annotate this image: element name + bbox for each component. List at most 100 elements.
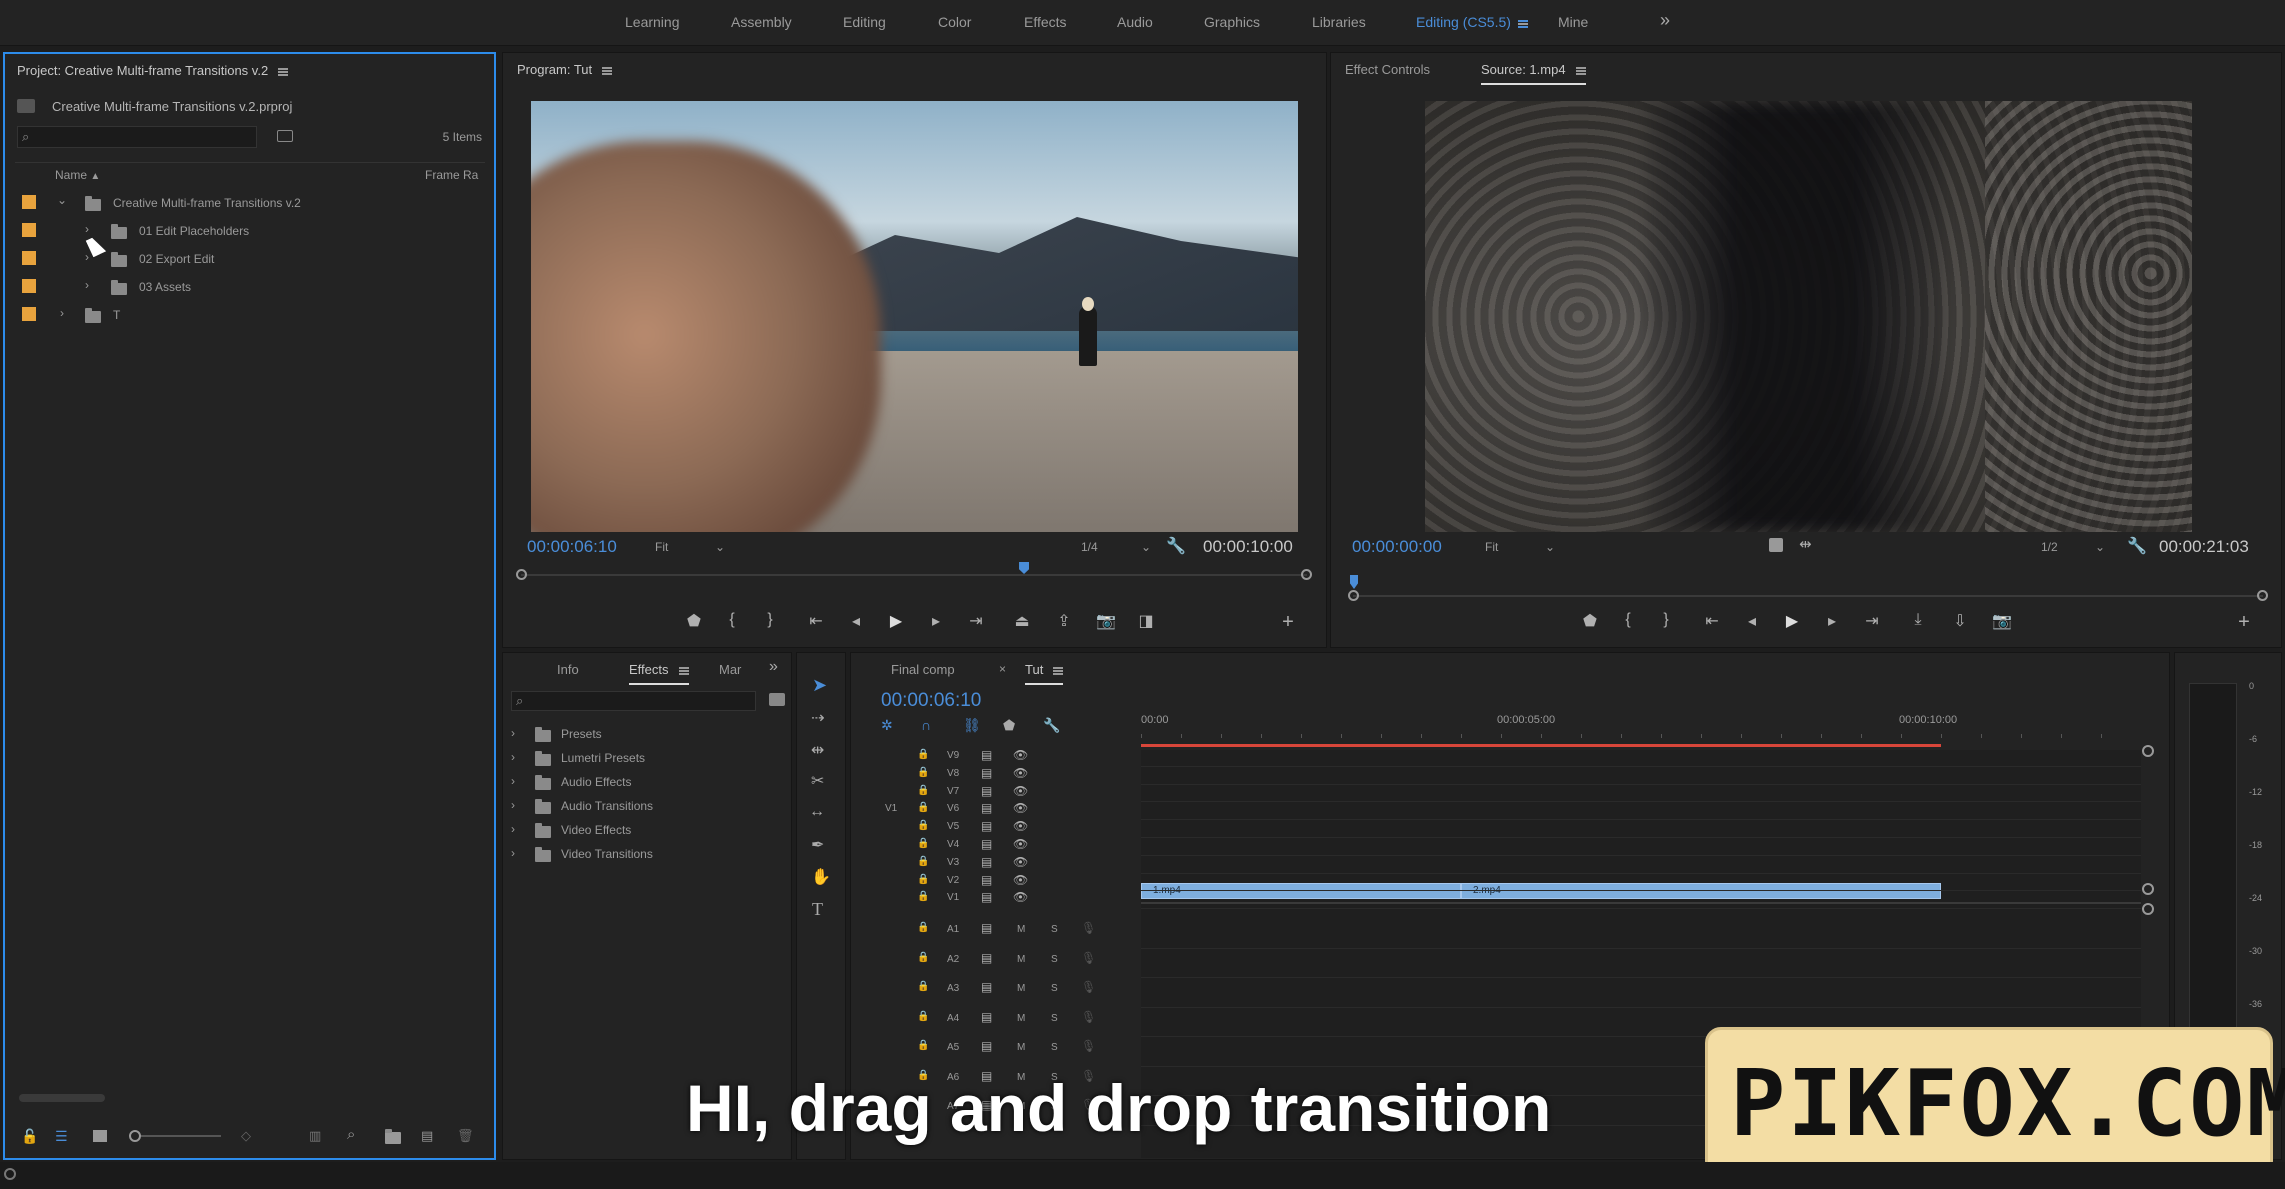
track-name[interactable]: V6 [947, 803, 959, 814]
track-lock-icon[interactable]: 🔒 [917, 952, 929, 963]
tab-markers[interactable]: Mar [719, 662, 741, 677]
program-current-timecode[interactable]: 00:00:06:10 [527, 537, 617, 557]
add-marker-icon[interactable]: ⬟ [1003, 717, 1015, 734]
track-name[interactable]: V5 [947, 821, 959, 832]
tab-tut[interactable]: Tut [1025, 662, 1064, 685]
track-lock-icon[interactable]: 🔒 [917, 802, 929, 813]
new-item-icon[interactable]: ▤ [421, 1128, 433, 1144]
workspace-color[interactable]: Color [938, 14, 971, 30]
slip-tool-icon[interactable]: ↔ [809, 803, 825, 821]
solo-button[interactable]: S [1051, 924, 1058, 935]
extract-icon[interactable]: ⇪ [1053, 611, 1075, 631]
sync-lock-icon[interactable]: ▤ [981, 748, 992, 762]
effects-search-input[interactable]: ⌕ [511, 691, 756, 711]
go-to-in-icon[interactable]: ⇤ [805, 611, 827, 631]
panel-menu-icon[interactable] [602, 66, 613, 75]
track-lock-icon[interactable]: 🔒 [917, 981, 929, 992]
sync-lock-icon[interactable]: ▤ [981, 951, 992, 965]
source-resolution-dropdown[interactable]: 1/2 ⌄ [2041, 540, 2105, 554]
eye-icon[interactable]: 👁 [1013, 855, 1028, 869]
program-playhead[interactable] [1019, 562, 1030, 574]
out-point-handle[interactable] [2257, 590, 2268, 601]
workspace-menu-icon[interactable] [1518, 15, 1528, 33]
voiceover-record-icon[interactable]: 🎙 [1081, 1039, 1096, 1053]
source-patch-label[interactable]: V1 [885, 803, 897, 814]
lift-icon[interactable]: ⏏ [1011, 611, 1033, 631]
solo-button[interactable]: S [1051, 983, 1058, 994]
workspace-libraries[interactable]: Libraries [1312, 14, 1366, 30]
source-fit-dropdown[interactable]: Fit ⌄ [1485, 540, 1555, 554]
track-lock-icon[interactable]: 🔒 [917, 1011, 929, 1022]
play-icon[interactable]: ▶ [1781, 611, 1803, 631]
list-item[interactable]: › Audio Transitions [511, 795, 781, 817]
overflow-chevron-icon[interactable]: » [769, 658, 778, 676]
find-icon[interactable]: ⌕ [347, 1126, 355, 1143]
chevron-right-icon[interactable]: › [85, 250, 89, 264]
eye-icon[interactable]: 👁 [1013, 766, 1028, 780]
type-tool-icon[interactable]: T [812, 899, 823, 920]
track-name[interactable]: A3 [947, 983, 959, 994]
overflow-chevron-icon[interactable]: » [1660, 10, 1670, 31]
track-name[interactable]: A2 [947, 954, 959, 965]
wrench-icon[interactable]: 🔧 [2127, 536, 2147, 556]
in-point-handle[interactable] [1348, 590, 1359, 601]
workspace-editing[interactable]: Editing [843, 14, 886, 30]
export-frame-icon[interactable]: 📷 [1095, 611, 1117, 631]
horizontal-scrollbar[interactable] [19, 1094, 105, 1102]
solo-button[interactable]: S [1051, 1042, 1058, 1053]
track-lock-icon[interactable]: 🔒 [917, 767, 929, 778]
list-item[interactable]: › T [5, 300, 475, 328]
track-name[interactable]: V2 [947, 875, 959, 886]
go-to-in-icon[interactable]: ⇤ [1701, 611, 1723, 631]
panel-menu-icon[interactable] [1575, 66, 1586, 75]
timeline-ruler[interactable]: 00:00 00:00:05:00 00:00:10:00 [1141, 708, 2141, 748]
eye-icon[interactable]: 👁 [1013, 748, 1028, 762]
track-lock-icon[interactable]: 🔒 [917, 1040, 929, 1051]
timeline-current-timecode[interactable]: 00:00:06:10 [881, 690, 981, 712]
razor-tool-icon[interactable]: ✂ [811, 771, 824, 791]
ripple-edit-tool-icon[interactable]: ⇹ [811, 740, 824, 760]
mark-out-icon[interactable]: } [759, 611, 781, 629]
program-resolution-dropdown[interactable]: 1/4 ⌄ [1081, 540, 1151, 554]
track-name[interactable]: V7 [947, 786, 959, 797]
sync-lock-icon[interactable]: ▤ [981, 921, 992, 935]
mute-button[interactable]: M [1017, 1042, 1025, 1053]
track-lock-icon[interactable]: 🔒 [917, 838, 929, 849]
wrench-icon[interactable]: 🔧 [1166, 536, 1186, 556]
chevron-right-icon[interactable]: › [60, 306, 64, 320]
eye-icon[interactable]: 👁 [1013, 873, 1028, 887]
workspace-learning[interactable]: Learning [625, 14, 680, 30]
eye-icon[interactable]: 👁 [1013, 837, 1028, 851]
list-item[interactable]: › Video Effects [511, 819, 781, 841]
sort-icon[interactable]: ◇ [241, 1128, 251, 1144]
comparison-view-icon[interactable]: ◨ [1135, 611, 1157, 631]
icon-view-icon[interactable] [93, 1130, 107, 1142]
track-lock-icon[interactable]: 🔒 [917, 856, 929, 867]
mute-button[interactable]: M [1017, 1013, 1025, 1024]
source-time-ruler[interactable] [1348, 575, 2268, 601]
solo-button[interactable]: S [1051, 954, 1058, 965]
insert-icon[interactable]: ⤓ [1907, 611, 1929, 629]
list-item[interactable]: › Presets [511, 723, 781, 745]
play-icon[interactable]: ▶ [885, 611, 907, 631]
track-name[interactable]: V4 [947, 839, 959, 850]
add-marker-icon[interactable]: ⬟ [1579, 611, 1601, 631]
program-fit-dropdown[interactable]: Fit ⌄ [655, 540, 725, 554]
lock-icon[interactable]: 🔓 [21, 1128, 38, 1145]
mute-button[interactable]: M [1017, 983, 1025, 994]
close-icon[interactable]: × [999, 662, 1006, 676]
column-frame-rate-header[interactable]: Frame Ra [425, 168, 478, 182]
workspace-audio[interactable]: Audio [1117, 14, 1153, 30]
list-item[interactable]: › Lumetri Presets [511, 747, 781, 769]
program-video-frame[interactable] [531, 101, 1298, 532]
sync-lock-icon[interactable]: ▤ [981, 873, 992, 887]
track-name[interactable]: A5 [947, 1042, 959, 1053]
timeline-settings-wrench-icon[interactable]: 🔧 [1043, 717, 1060, 734]
mark-in-icon[interactable]: { [1617, 611, 1639, 629]
workspace-graphics[interactable]: Graphics [1204, 14, 1260, 30]
snap-icon[interactable]: ∩ [921, 717, 931, 733]
trash-icon[interactable]: 🗑 [457, 1128, 474, 1144]
step-back-icon[interactable]: ◂ [1741, 611, 1763, 631]
clip-2[interactable]: 2.mp4 [1461, 883, 1941, 900]
label-color-swatch[interactable] [22, 195, 36, 209]
